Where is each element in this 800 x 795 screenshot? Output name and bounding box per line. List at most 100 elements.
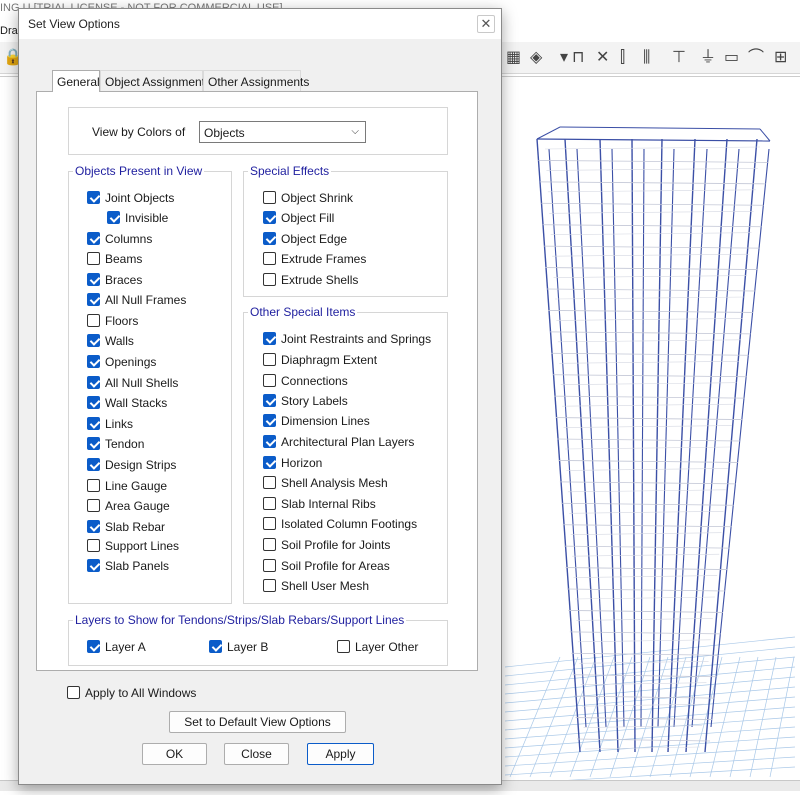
checkbox-box[interactable] [87,334,100,347]
ok-button[interactable]: OK [142,743,207,765]
checkbox-box[interactable] [87,458,100,471]
checkbox-box[interactable] [263,435,276,448]
checkbox-box[interactable] [263,538,276,551]
checkbox-box[interactable] [263,476,276,489]
checkbox-label: Slab Rebar [105,520,166,534]
checkbox-box[interactable] [263,374,276,387]
checkbox-label: Tendon [105,437,145,451]
checkbox-label: Shell User Mesh [281,579,370,593]
view-icon[interactable]: ▦ [506,48,521,68]
checkbox-box[interactable] [263,232,276,245]
slab-icon[interactable]: ▭ [724,48,739,68]
checkbox-box[interactable] [87,520,100,533]
checkbox-label: Horizon [281,456,323,470]
checkbox-label: All Null Shells [105,376,179,390]
checkbox-label: Isolated Column Footings [281,517,418,531]
view-by-value: Objects [204,126,245,140]
checkbox-label: Dimension Lines [281,414,370,428]
close-icon[interactable]: ✕ [477,15,495,33]
checkbox-box[interactable] [87,499,100,512]
checkbox-box[interactable] [263,456,276,469]
special-effects-title: Special Effects [248,164,332,178]
checkbox-box[interactable] [87,396,100,409]
checkbox-box[interactable] [87,293,100,306]
objects-present-title: Objects Present in View [73,164,205,178]
checkbox-label: Extrude Shells [281,273,359,287]
checkbox-label: Columns [105,232,153,246]
checkbox-label: Line Gauge [105,479,168,493]
chevron-down-icon: ⌵ [351,126,359,137]
checkbox-label: Braces [105,273,143,287]
checkbox-box[interactable] [263,252,276,265]
default-view-button[interactable]: Set to Default View Options [169,711,346,733]
apply-all-label: Apply to All Windows [85,686,197,700]
checkbox-box[interactable] [263,353,276,366]
checkbox-box[interactable] [87,437,100,450]
arch-icon[interactable]: ⌒ [748,48,764,68]
checkbox-box[interactable] [87,252,100,265]
checkbox-label: Object Fill [281,211,335,225]
view-by-select[interactable]: Objects ⌵ [199,121,366,143]
checkbox-box[interactable] [87,232,100,245]
checkbox-box[interactable] [209,640,222,653]
checkbox-label: All Null Frames [105,293,187,307]
checkbox-label: Joint Restraints and Springs [281,332,432,346]
checkbox-box[interactable] [87,376,100,389]
checkbox-box[interactable] [87,273,100,286]
checkbox-label: Openings [105,355,157,369]
apply-button[interactable]: Apply [307,743,374,765]
menu-item-draw[interactable]: Dra [0,25,18,37]
checkbox-label: Joint Objects [105,191,175,205]
checkbox-label: Architectural Plan Layers [281,435,415,449]
checkbox-box[interactable] [263,332,276,345]
brace-icon[interactable]: ✕ [596,48,609,68]
checkbox-label: Layer Other [355,640,419,654]
checkbox-label: Walls [105,334,134,348]
checkbox-box[interactable] [87,479,100,492]
apply-all-box[interactable] [67,686,80,699]
checkbox-label: Diaphragm Extent [281,353,378,367]
tab-object-assignments[interactable]: Object Assignments [100,70,211,91]
checkbox-box[interactable] [263,211,276,224]
column-icon[interactable]: ⫼ [643,48,650,68]
checkbox-label: Area Gauge [105,499,170,513]
checkbox-box[interactable] [87,355,100,368]
checkbox-box[interactable] [87,640,100,653]
dropdown-arrow-icon[interactable]: ▾ [560,48,568,68]
grid-icon[interactable]: ⊞ [774,48,787,68]
checkbox-label: Object Shrink [281,191,354,205]
checkbox-box[interactable] [263,394,276,407]
checkbox-label: Wall Stacks [105,396,168,410]
tab-general[interactable]: General [52,70,100,92]
wall-icon[interactable]: ⊤ [672,48,686,68]
checkbox-box[interactable] [87,559,100,572]
checkbox-box[interactable] [263,517,276,530]
dialog-title: Set View Options [28,17,120,31]
support-icon[interactable]: ⏚ [700,48,716,68]
view-by-label: View by Colors of [92,125,186,139]
checkbox-label: Object Edge [281,232,348,246]
checkbox-box[interactable] [263,273,276,286]
checkbox-box[interactable] [263,414,276,427]
cube-view-icon[interactable]: ◈ [530,48,542,68]
checkbox-label: Slab Panels [105,559,170,573]
checkbox-label: Shell Analysis Mesh [281,476,388,490]
checkbox-label: Links [105,417,134,431]
checkbox-box[interactable] [263,579,276,592]
checkbox-label: Story Labels [281,394,348,408]
other-special-title: Other Special Items [248,305,358,319]
checkbox-box[interactable] [87,191,100,204]
tab-other-assignments[interactable]: Other Assignments [203,70,309,91]
checkbox-box[interactable] [337,640,350,653]
checkbox-box[interactable] [263,497,276,510]
checkbox-box[interactable] [87,417,100,430]
checkbox-box[interactable] [263,559,276,572]
checkbox-label: Soil Profile for Joints [281,538,391,552]
checkbox-box[interactable] [87,314,100,327]
close-button[interactable]: Close [224,743,289,765]
checkbox-box[interactable] [107,211,120,224]
frame-icon[interactable]: ⊓ [572,48,584,68]
beam-icon[interactable]: ⫿ [620,48,625,68]
checkbox-box[interactable] [263,191,276,204]
checkbox-box[interactable] [87,539,100,552]
